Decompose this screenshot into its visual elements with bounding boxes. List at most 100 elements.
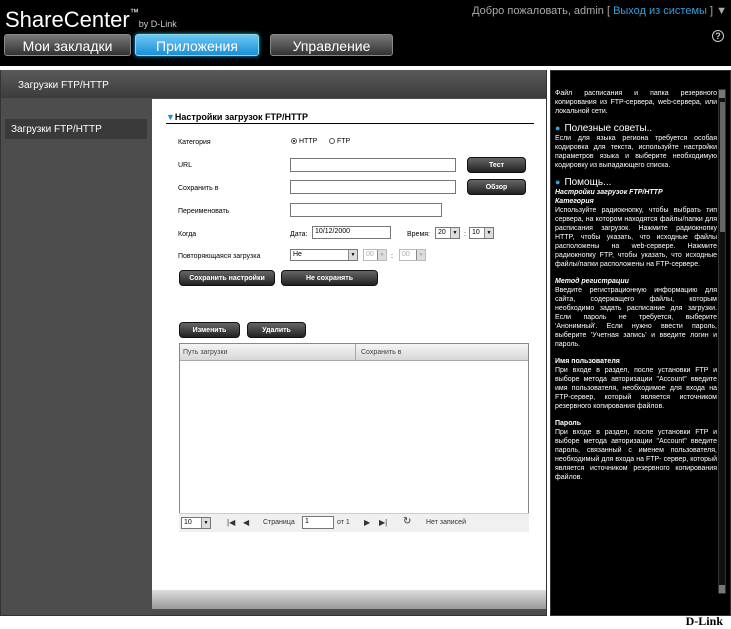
date-label: Дата:: [290, 231, 308, 238]
logo-by: by D-Link: [138, 19, 177, 29]
content-footer: [152, 590, 546, 609]
table-header: Путь загрузки Сохранить в: [180, 344, 528, 361]
logo-tm: ™: [129, 7, 139, 17]
pagination-bar: 10 ▼ |◀ ◀ Страница 1 от 1 ▶ ▶| ↻ Нет запи…: [179, 513, 529, 532]
chevron-down-icon[interactable]: ▼: [484, 228, 493, 238]
welcome-text: Добро пожаловать, admin [ Выход из систе…: [472, 5, 727, 17]
hour-value: 20: [438, 229, 446, 236]
time-separator: :: [464, 231, 466, 238]
minute-value: 10: [472, 229, 480, 236]
chevron-down-icon[interactable]: ▼: [348, 250, 357, 260]
chevron-down-icon: ▼: [377, 250, 386, 260]
url-input[interactable]: [290, 158, 456, 172]
page-size-select[interactable]: 10 ▼: [181, 517, 211, 529]
save-to-input[interactable]: [290, 180, 456, 194]
save-to-label: Сохранить в: [178, 185, 219, 192]
dlink-logo: D-Link: [685, 614, 723, 628]
tips-title: Полезные советы..: [564, 123, 653, 134]
login-method-text: Введите регистрационную информацию для с…: [555, 287, 717, 348]
bullet-icon: ●: [555, 123, 561, 133]
last-page-icon[interactable]: ▶|: [379, 518, 387, 527]
column-save-to[interactable]: Сохранить в: [361, 349, 401, 356]
url-label: URL: [178, 162, 193, 169]
test-button[interactable]: Тест: [467, 157, 526, 173]
sidebar-item-ftp-http-downloads[interactable]: Загрузки FTP/HTTP: [5, 119, 147, 139]
username-text: При входе в раздел, после установки FTP …: [555, 367, 717, 410]
scroll-down-icon[interactable]: [719, 585, 725, 593]
tips-text: Если для языка региона требуется особая …: [555, 135, 717, 169]
logout-link[interactable]: Выход из системы: [613, 5, 707, 17]
bullet-icon: ●: [555, 177, 561, 187]
repeat-hour-select[interactable]: 00 ▼: [363, 249, 387, 261]
refresh-icon[interactable]: ↻: [403, 516, 411, 527]
password-text: При входе в раздел, после установки FTP …: [555, 429, 717, 481]
page-size-value: 10: [184, 519, 192, 526]
browse-button[interactable]: Обзор: [467, 179, 526, 195]
section-divider: [166, 123, 534, 124]
chevron-down-icon[interactable]: ▼: [450, 228, 459, 238]
help-subtitle: Настройки загрузок FTP/HTTP: [555, 189, 663, 196]
repeat-label: Повторяющаяся загрузка: [178, 253, 261, 260]
welcome-suffix[interactable]: ] ▼: [707, 5, 727, 17]
rename-label: Переименовать: [178, 208, 230, 215]
category-text: Используйте радиокнопку, чтобы выбрать т…: [555, 207, 717, 268]
minute-select[interactable]: 10 ▼: [469, 227, 494, 239]
prev-page-icon[interactable]: ◀: [243, 518, 249, 527]
help-content: Файл расписания и папка резервного копир…: [555, 89, 717, 613]
help-intro: Файл расписания и папка резервного копир…: [555, 90, 717, 115]
page-count: от 1: [337, 519, 350, 526]
rename-input[interactable]: [290, 203, 442, 217]
delete-button[interactable]: Удалить: [247, 322, 306, 338]
logo: ShareCenter™ by D-Link: [5, 7, 177, 33]
date-input[interactable]: 10/12/2000: [312, 226, 391, 239]
radio-http[interactable]: HTTP: [291, 138, 317, 145]
save-settings-button[interactable]: Сохранить настройки: [179, 270, 275, 286]
logo-text: ShareCenter: [5, 7, 130, 32]
tips-heading: ● Полезные советы..: [555, 123, 717, 134]
column-download-path[interactable]: Путь загрузки: [183, 349, 227, 356]
category-title: Категория: [555, 198, 594, 205]
panel-title: Загрузки FTP/HTTP: [1, 70, 546, 98]
chevron-down-icon: ▼: [416, 250, 425, 260]
repeat-minute-select[interactable]: 00 ▼: [399, 249, 426, 261]
repeat-value: Не: [293, 251, 302, 258]
help-scrollbar[interactable]: [718, 89, 726, 594]
chevron-down-icon[interactable]: ▼: [201, 518, 210, 528]
tab-management[interactable]: Управление: [270, 34, 393, 56]
repeat-minute-value: 00: [402, 251, 410, 258]
edit-button[interactable]: Изменить: [179, 322, 240, 338]
time-label: Время:: [407, 231, 431, 238]
section-title[interactable]: ▼Настройки загрузок FTP/HTTP: [166, 112, 308, 122]
welcome-prefix: Добро пожаловать, admin [: [472, 5, 614, 17]
tab-my-bookmarks[interactable]: Мои закладки: [4, 34, 131, 56]
triangle-down-icon: ▼: [166, 112, 175, 122]
login-method-title: Метод регистрации: [555, 278, 629, 285]
first-page-icon[interactable]: |◀: [227, 518, 235, 527]
repeat-select[interactable]: Не ▼: [290, 249, 358, 261]
page-input[interactable]: 1: [302, 516, 334, 529]
column-divider[interactable]: [355, 344, 356, 361]
downloads-table: Путь загрузки Сохранить в: [179, 343, 529, 532]
radio-ftp-label: FTP: [337, 138, 351, 145]
page-label: Страница: [263, 519, 295, 526]
hour-select[interactable]: 20 ▼: [435, 227, 460, 239]
radio-ftp-dot[interactable]: [329, 138, 335, 145]
scroll-thumb[interactable]: [720, 102, 725, 232]
help-title: Помощь...: [564, 177, 612, 188]
password-title: Пароль: [555, 420, 582, 427]
dont-save-button[interactable]: Не сохранять: [281, 270, 378, 286]
next-page-icon[interactable]: ▶: [364, 518, 370, 527]
radio-http-dot[interactable]: [291, 138, 297, 145]
help-heading: ● Помощь...: [555, 177, 717, 188]
category-label: Категория: [178, 139, 211, 146]
no-records-text: Нет записей: [426, 519, 466, 526]
radio-ftp[interactable]: FTP: [329, 138, 350, 145]
repeat-hour-value: 00: [366, 251, 374, 258]
username-title: Имя пользователя: [555, 358, 620, 365]
when-label: Когда: [178, 231, 197, 238]
scroll-up-icon[interactable]: [719, 90, 725, 98]
help-icon[interactable]: ?: [712, 30, 724, 42]
repeat-separator: :: [391, 253, 393, 260]
radio-http-label: HTTP: [299, 138, 318, 145]
tab-applications[interactable]: Приложения: [135, 34, 259, 56]
